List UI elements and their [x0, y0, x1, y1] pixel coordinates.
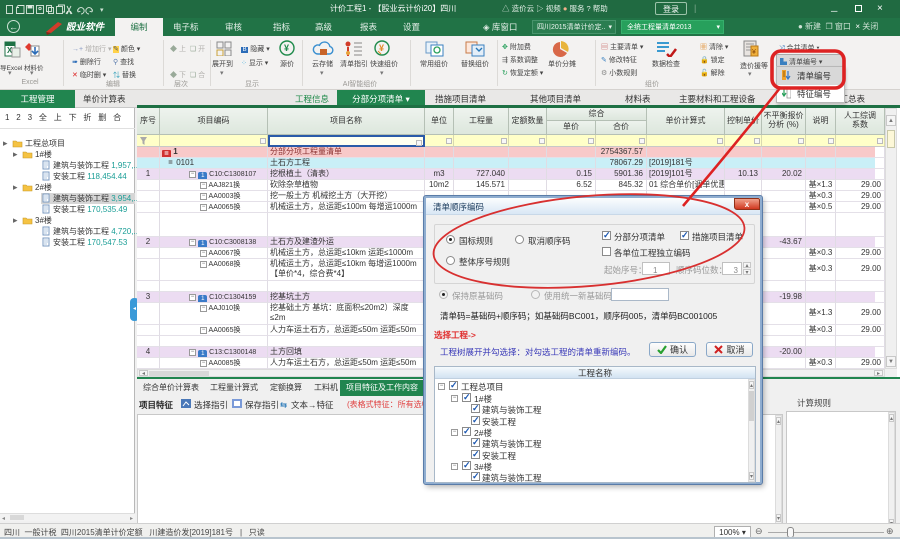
- svg-text:¥: ¥: [284, 43, 289, 53]
- svg-text:¥: ¥: [379, 43, 384, 53]
- svg-text:¥: ¥: [752, 49, 756, 56]
